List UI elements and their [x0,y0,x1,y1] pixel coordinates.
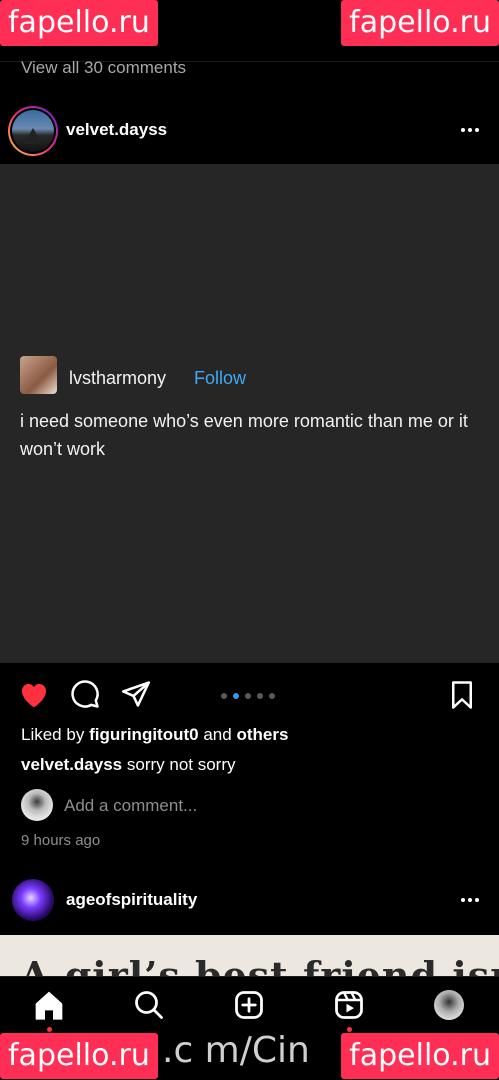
carousel-dot [245,693,251,699]
add-comment-input[interactable]: Add a comment... [64,796,197,816]
quote-avatar [20,356,57,394]
post2-media[interactable]: A girl’s best friend isn’t [0,935,499,977]
post-media[interactable]: lvstharmony Follow i need someone who’s … [0,164,499,663]
like-icon[interactable] [18,679,50,709]
post-timestamp: 9 hours ago [21,832,101,849]
avatar [12,110,54,152]
likes-user-link[interactable]: figuringitout0 [89,725,199,744]
bottom-url-text: .c m/Cin [162,1030,310,1071]
post2-username[interactable]: ageofspirituality [66,890,197,910]
active-tab-dot [47,1027,52,1032]
caption: velvet.dayss sorry not sorry [21,755,236,775]
carousel-dot [221,693,227,699]
active-tab-dot [347,1027,352,1032]
post2-avatar[interactable] [12,879,54,921]
quote-username: lvstharmony [69,368,167,388]
post-header: velvet.dayss [0,100,499,162]
home-icon[interactable] [32,988,66,1022]
watermark-top-left: fapello.ru [0,0,158,46]
more-options-icon[interactable] [461,898,479,902]
carousel-dot-active [233,693,239,699]
view-all-comments-link[interactable]: View all 30 comments [21,58,186,78]
likes-and: and [203,725,232,744]
carousel-indicator [218,686,278,704]
story-ring-avatar[interactable] [8,106,58,156]
save-bookmark-icon[interactable] [449,680,475,710]
quote-follow-link: Follow [194,368,247,388]
caption-text: sorry not sorry [126,755,236,774]
watermark-bottom-left: fapello.ru [0,1033,158,1079]
quote-text: i need someone who’s even more romantic … [20,411,468,459]
comment-avatar [21,789,53,821]
carousel-dot [269,693,275,699]
post2-image-text: A girl’s best friend isn’t [20,953,499,977]
reels-icon[interactable] [332,988,366,1022]
watermark-bottom-right: fapello.ru [341,1033,499,1079]
comment-icon[interactable] [70,679,100,709]
likes-others-link[interactable]: others [236,725,288,744]
share-icon[interactable] [120,680,152,708]
profile-avatar[interactable] [432,988,466,1022]
more-options-icon[interactable] [461,128,479,132]
carousel-dot [257,693,263,699]
post-username[interactable]: velvet.dayss [66,120,167,140]
search-icon[interactable] [132,988,166,1022]
likes-line: Liked by figuringitout0 and others [21,725,288,745]
caption-username[interactable]: velvet.dayss [21,755,122,774]
create-icon[interactable] [232,988,266,1022]
watermark-top-right: fapello.ru [341,0,499,46]
likes-prefix: Liked by [21,725,85,744]
